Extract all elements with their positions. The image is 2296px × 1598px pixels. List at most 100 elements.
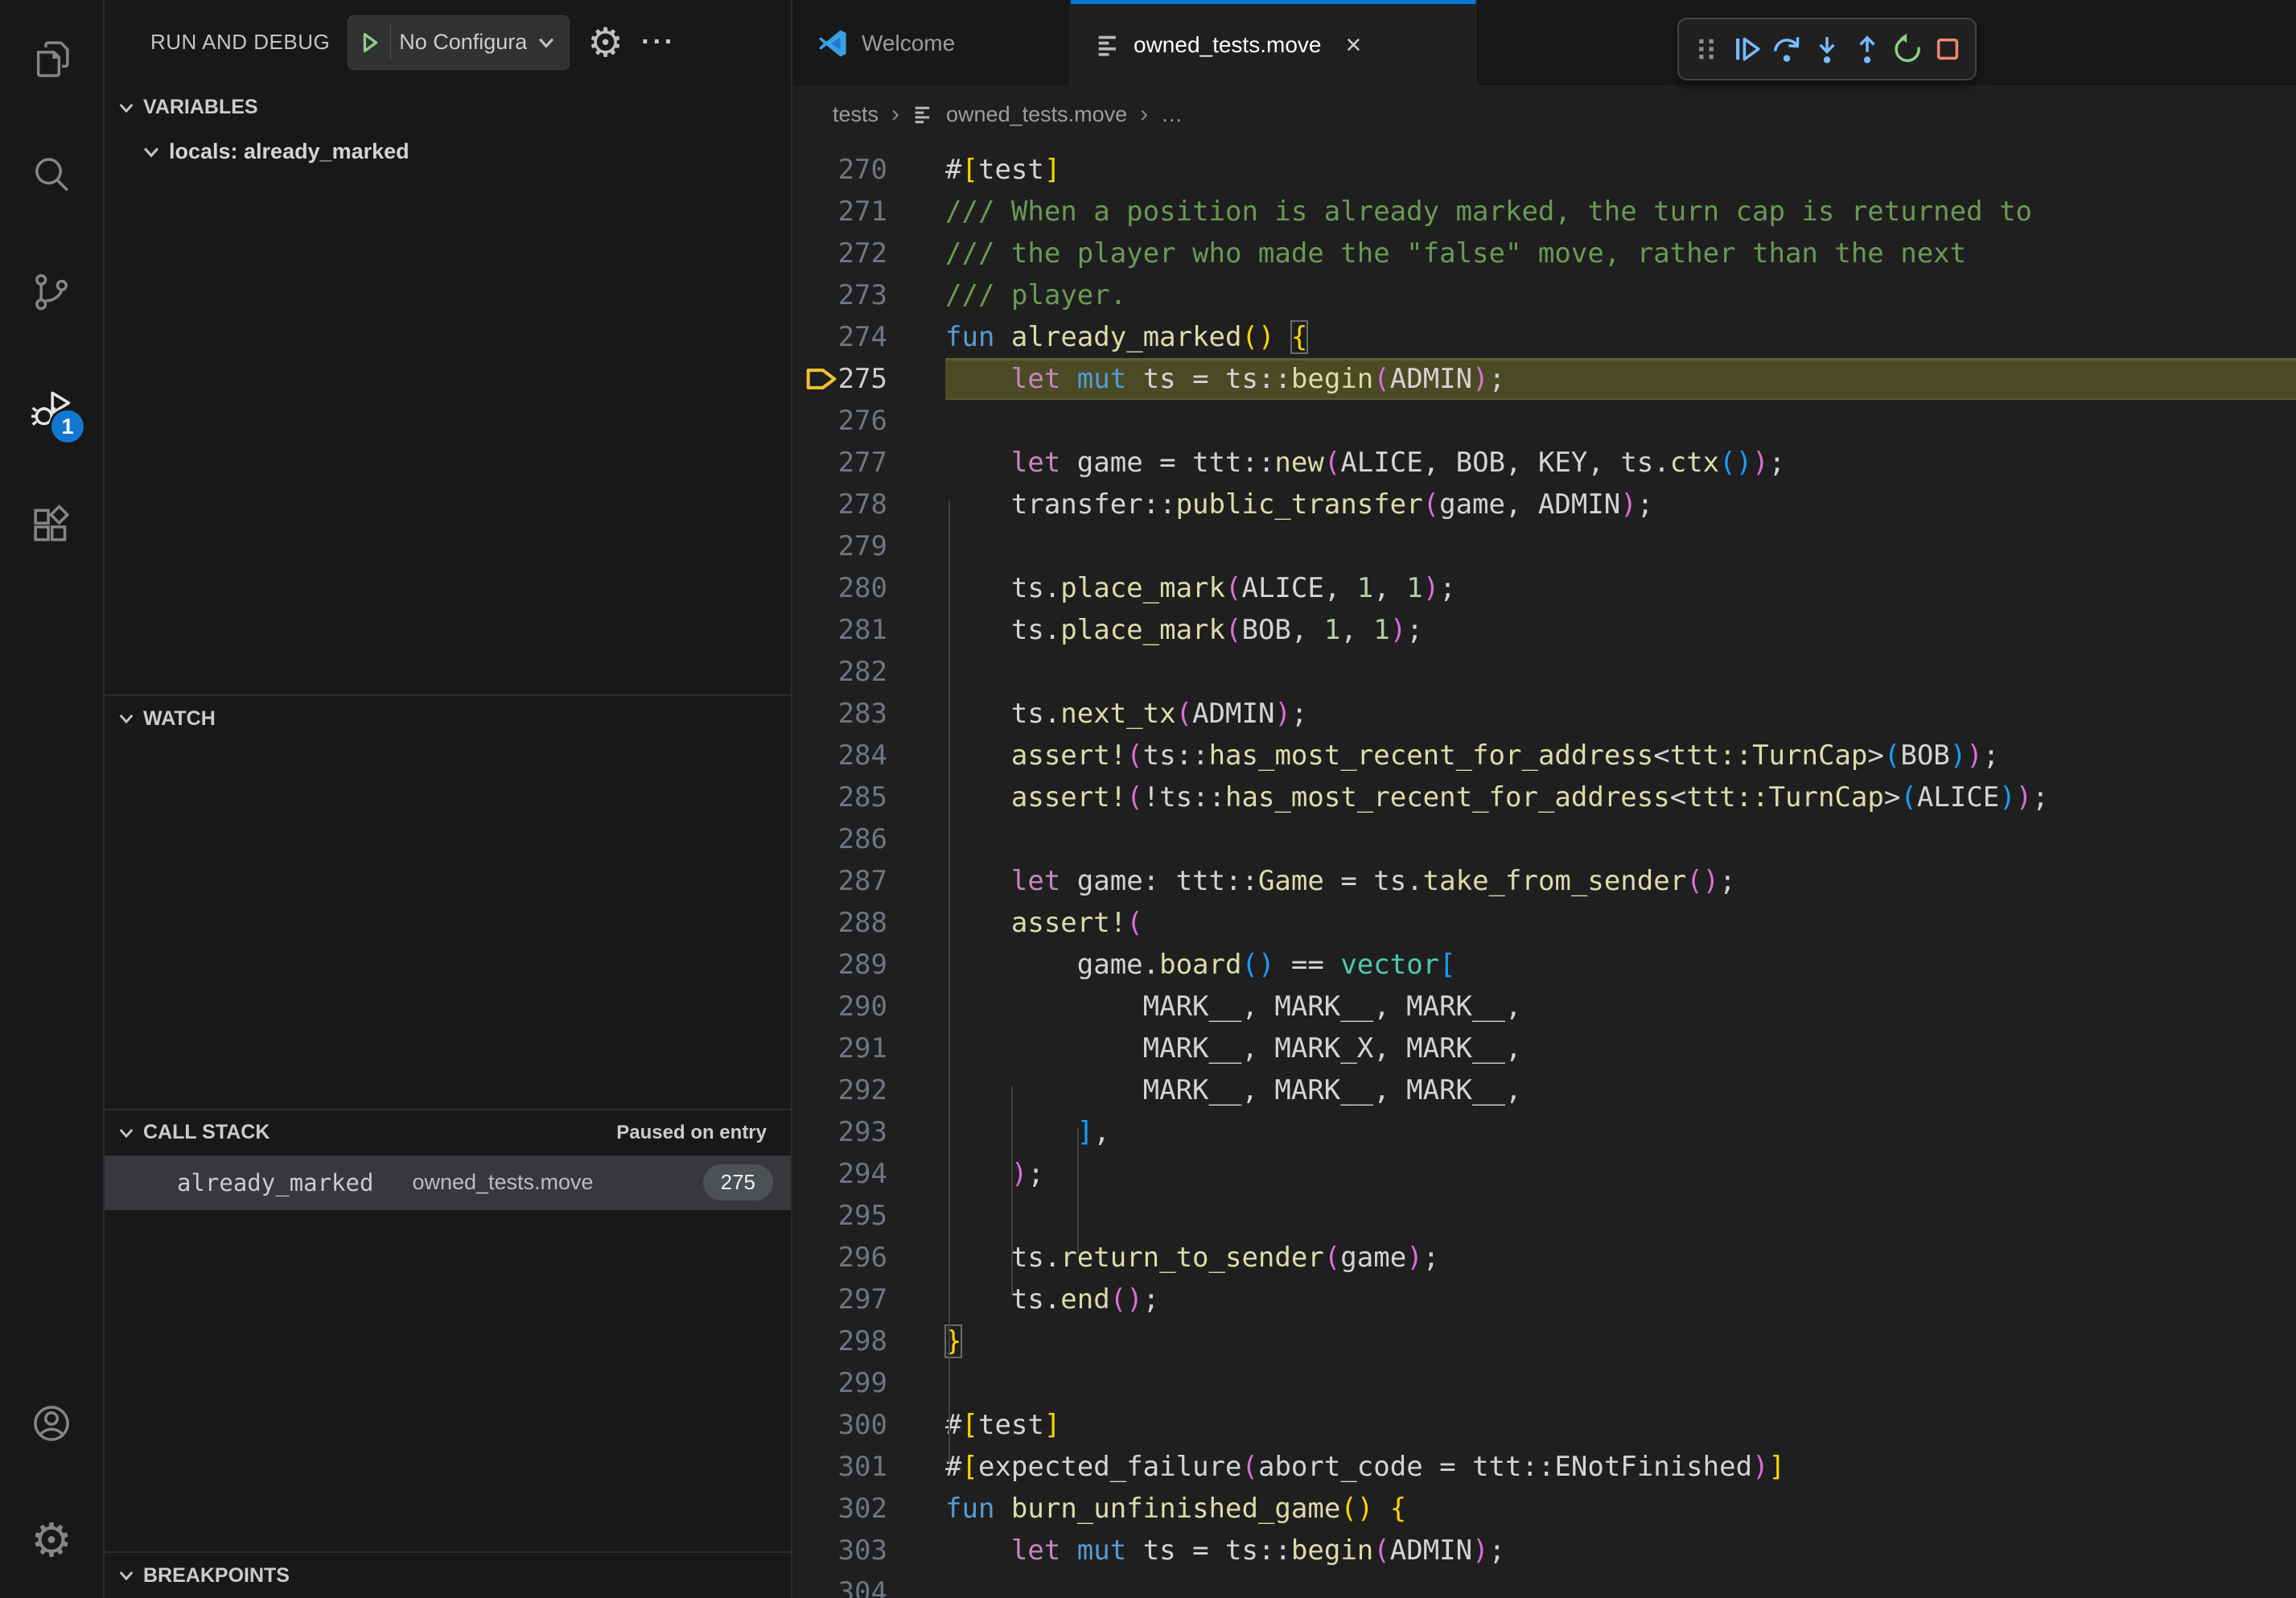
gutter[interactable]: 274 — [792, 316, 945, 358]
code-text[interactable]: fun burn_unfinished_game() { — [945, 1488, 2296, 1530]
gutter[interactable]: 296 — [792, 1237, 945, 1279]
gutter[interactable]: 294 — [792, 1153, 945, 1195]
code-text[interactable]: ); — [945, 1153, 2296, 1195]
code-line-287[interactable]: 287 let game: ttt::Game = ts.take_from_s… — [792, 860, 2296, 902]
code-line-299[interactable]: 299 — [792, 1362, 2296, 1404]
code-line-290[interactable]: 290 MARK__, MARK__, MARK__, — [792, 986, 2296, 1028]
gutter[interactable]: 276 — [792, 400, 945, 442]
gutter[interactable]: 295 — [792, 1195, 945, 1237]
code-line-274[interactable]: 274fun already_marked() { — [792, 316, 2296, 358]
step-over-button[interactable] — [1769, 31, 1804, 67]
code-line-296[interactable]: 296 ts.return_to_sender(game); — [792, 1237, 2296, 1279]
code-line-302[interactable]: 302fun burn_unfinished_game() { — [792, 1488, 2296, 1530]
code-line-272[interactable]: 272/// the player who made the "false" m… — [792, 233, 2296, 274]
breadcrumb-folder[interactable]: tests — [833, 102, 878, 127]
gutter[interactable]: 271 — [792, 191, 945, 233]
code-text[interactable]: ts.return_to_sender(game); — [945, 1237, 2296, 1279]
gutter[interactable]: 283 — [792, 693, 945, 735]
code-line-283[interactable]: 283 ts.next_tx(ADMIN); — [792, 693, 2296, 735]
code-line-286[interactable]: 286 — [792, 818, 2296, 860]
code-text[interactable] — [945, 400, 2296, 442]
manage-button[interactable]: ⚙ — [0, 1481, 104, 1598]
gutter[interactable]: 279 — [792, 525, 945, 567]
gutter[interactable]: 304 — [792, 1571, 945, 1598]
stop-button[interactable] — [1930, 31, 1965, 67]
gutter[interactable]: 273 — [792, 274, 945, 316]
code-text[interactable]: /// When a position is already marked, t… — [945, 191, 2296, 233]
code-text[interactable] — [945, 525, 2296, 567]
sidebar-item-search[interactable] — [0, 117, 104, 233]
code-line-288[interactable]: 288 assert!( — [792, 902, 2296, 944]
sidebar-item-extensions[interactable] — [0, 467, 104, 583]
gutter[interactable]: 292 — [792, 1069, 945, 1111]
debug-settings-gear-icon[interactable]: ⚙ — [587, 23, 623, 63]
code-text[interactable]: MARK__, MARK__, MARK__, — [945, 986, 2296, 1028]
gutter[interactable]: 300 — [792, 1404, 945, 1446]
code-text[interactable]: assert!( — [945, 902, 2296, 944]
toolbar-drag-grip-icon[interactable] — [1689, 31, 1724, 67]
code-text[interactable]: let mut ts = ts::begin(ADMIN); — [945, 1530, 2296, 1571]
step-into-button[interactable] — [1809, 31, 1845, 67]
code-text[interactable]: let game: ttt::Game = ts.take_from_sende… — [945, 860, 2296, 902]
gutter[interactable]: 302 — [792, 1488, 945, 1530]
code-text[interactable] — [945, 1362, 2296, 1404]
breadcrumb-file[interactable]: owned_tests.move — [946, 102, 1127, 127]
code-line-303[interactable]: 303 let mut ts = ts::begin(ADMIN); — [792, 1530, 2296, 1571]
breakpoints-header[interactable]: BREAKPOINTS — [105, 1553, 791, 1598]
gutter[interactable]: 290 — [792, 986, 945, 1028]
code-text[interactable]: assert!(!ts::has_most_recent_for_address… — [945, 776, 2296, 818]
code-text[interactable]: /// player. — [945, 274, 2296, 316]
tab-welcome[interactable]: Welcome — [792, 0, 1071, 86]
locals-scope-row[interactable]: locals: already_marked — [105, 130, 791, 174]
code-line-282[interactable]: 282 — [792, 651, 2296, 693]
code-line-280[interactable]: 280 ts.place_mark(ALICE, 1, 1); — [792, 567, 2296, 609]
code-line-275[interactable]: 275 let mut ts = ts::begin(ADMIN); — [792, 358, 2296, 400]
tab-owned-tests-move[interactable]: owned_tests.move × — [1071, 0, 1476, 86]
code-text[interactable]: /// the player who made the "false" move… — [945, 233, 2296, 274]
gutter[interactable]: 285 — [792, 776, 945, 818]
close-tab-icon[interactable]: × — [1345, 31, 1361, 59]
gutter[interactable]: 282 — [792, 651, 945, 693]
call-stack-header[interactable]: CALL STACK Paused on entry — [105, 1110, 791, 1155]
gutter[interactable]: 287 — [792, 860, 945, 902]
code-text[interactable]: ts.end(); — [945, 1279, 2296, 1320]
start-debug-play-icon[interactable] — [358, 31, 382, 55]
code-text[interactable]: MARK__, MARK_X, MARK__, — [945, 1028, 2296, 1069]
code-text[interactable]: ts.place_mark(ALICE, 1, 1); — [945, 567, 2296, 609]
gutter[interactable]: 277 — [792, 442, 945, 484]
code-line-297[interactable]: 297 ts.end(); — [792, 1279, 2296, 1320]
gutter[interactable]: 272 — [792, 233, 945, 274]
gutter[interactable]: 275 — [792, 358, 945, 400]
gutter[interactable]: 289 — [792, 944, 945, 986]
gutter[interactable]: 297 — [792, 1279, 945, 1320]
code-text[interactable] — [945, 1195, 2296, 1237]
code-line-276[interactable]: 276 — [792, 400, 2296, 442]
code-text[interactable]: ts.next_tx(ADMIN); — [945, 693, 2296, 735]
code-line-289[interactable]: 289 game.board() == vector[ — [792, 944, 2296, 986]
code-line-295[interactable]: 295 — [792, 1195, 2296, 1237]
gutter[interactable]: 270 — [792, 149, 945, 191]
gutter[interactable]: 298 — [792, 1320, 945, 1362]
code-line-273[interactable]: 273/// player. — [792, 274, 2296, 316]
debug-config-dropdown[interactable]: No Configura — [348, 15, 570, 70]
code-line-285[interactable]: 285 assert!(!ts::has_most_recent_for_add… — [792, 776, 2296, 818]
restart-button[interactable] — [1890, 31, 1925, 67]
gutter[interactable]: 303 — [792, 1530, 945, 1571]
gutter[interactable]: 293 — [792, 1111, 945, 1153]
code-line-279[interactable]: 279 — [792, 525, 2296, 567]
code-line-301[interactable]: 301#[expected_failure(abort_code = ttt::… — [792, 1446, 2296, 1488]
code-text[interactable]: #[expected_failure(abort_code = ttt::ENo… — [945, 1446, 2296, 1488]
sidebar-item-source-control[interactable] — [0, 233, 104, 350]
code-text[interactable]: game.board() == vector[ — [945, 944, 2296, 986]
code-line-270[interactable]: 270#[test] — [792, 149, 2296, 191]
code-text[interactable] — [945, 651, 2296, 693]
code-line-271[interactable]: 271/// When a position is already marked… — [792, 191, 2296, 233]
code-line-292[interactable]: 292 MARK__, MARK__, MARK__, — [792, 1069, 2296, 1111]
code-text[interactable]: ], — [945, 1111, 2296, 1153]
breadcrumb-more[interactable]: … — [1161, 102, 1183, 127]
account-button[interactable] — [0, 1365, 104, 1481]
gutter[interactable]: 291 — [792, 1028, 945, 1069]
code-text[interactable] — [945, 1571, 2296, 1598]
code-text[interactable]: assert!(ts::has_most_recent_for_address<… — [945, 735, 2296, 776]
gutter[interactable]: 301 — [792, 1446, 945, 1488]
